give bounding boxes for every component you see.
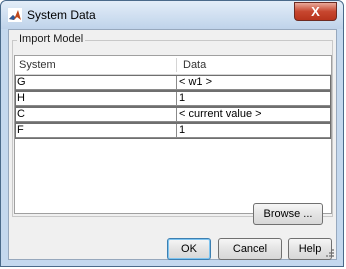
data-cell[interactable]: < w1 > (177, 75, 331, 90)
browse-button[interactable]: Browse ... (253, 203, 323, 225)
table-row[interactable]: H 1 (15, 91, 331, 107)
data-cell[interactable]: < current value > (177, 107, 331, 122)
close-icon: X (311, 4, 320, 19)
system-cell[interactable]: G (15, 75, 177, 90)
data-cell[interactable]: 1 (177, 123, 331, 138)
column-header-data[interactable]: Data (183, 59, 206, 71)
system-data-table: System Data G < w1 > H 1 C < current val… (14, 55, 332, 214)
dialog-body: Import Model System Data G < w1 > H 1 C … (8, 29, 337, 260)
table-row[interactable]: C < current value > (15, 107, 331, 123)
table-row[interactable]: F 1 (15, 123, 331, 139)
system-data-dialog: System Data X Import Model System Data G… (0, 0, 344, 267)
system-cell[interactable]: H (15, 91, 177, 106)
table-row[interactable]: G < w1 > (15, 75, 331, 91)
column-header-system[interactable]: System (19, 59, 56, 71)
table-header: System Data (15, 56, 331, 75)
window-title: System Data (27, 8, 96, 22)
ok-button[interactable]: OK (167, 238, 211, 260)
group-label: Import Model (17, 33, 86, 45)
system-cell[interactable]: F (15, 123, 177, 138)
resize-grip-icon[interactable] (324, 247, 334, 257)
system-cell[interactable]: C (15, 107, 177, 122)
column-separator[interactable] (176, 58, 177, 72)
title-bar[interactable]: System Data X (1, 1, 343, 29)
data-cell[interactable]: 1 (177, 91, 331, 106)
cancel-button[interactable]: Cancel (218, 238, 282, 260)
close-button[interactable]: X (294, 2, 337, 21)
matlab-logo-icon (8, 8, 22, 22)
